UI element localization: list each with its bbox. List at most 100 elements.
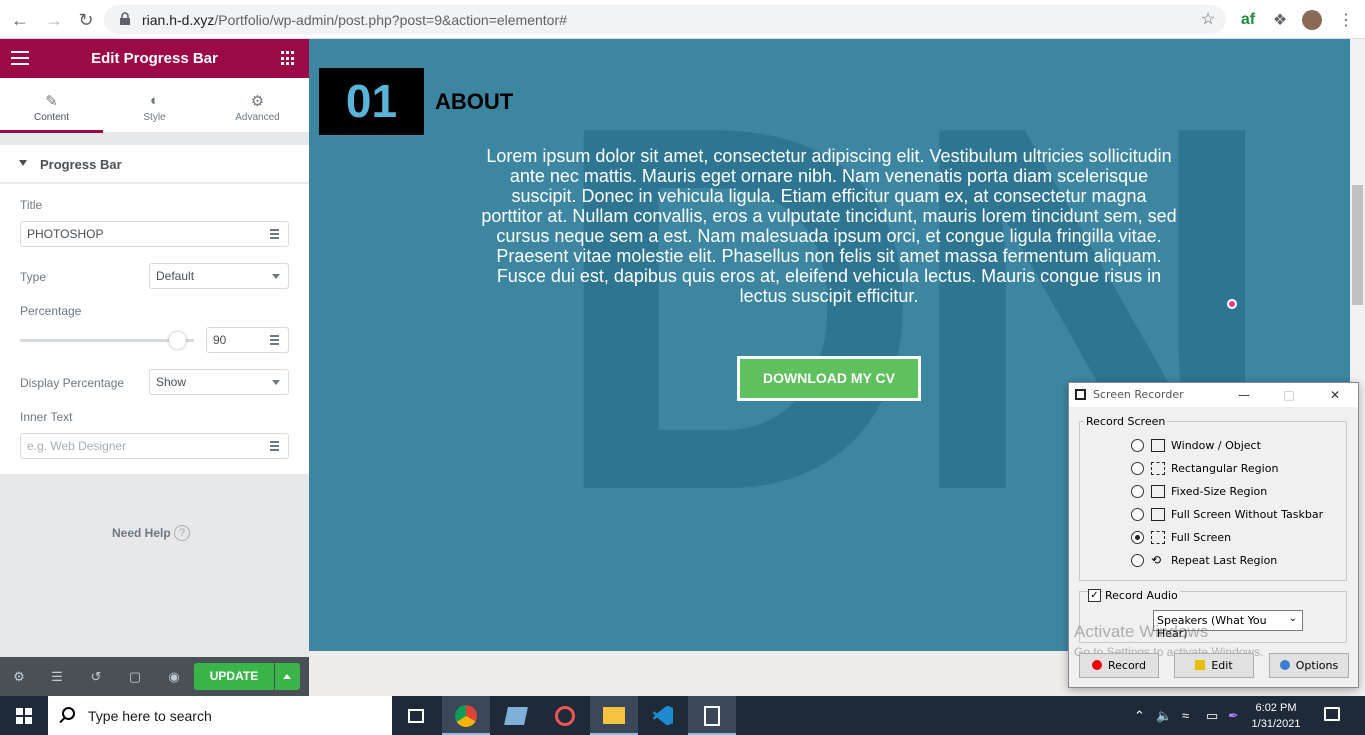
film-icon — [1075, 389, 1086, 400]
app-aperture-icon[interactable] — [541, 696, 589, 735]
dashed-rect-icon — [1151, 462, 1165, 475]
tab-style[interactable]: ◐ Style — [103, 78, 206, 132]
option-label: Full Screen Without Taskbar — [1171, 508, 1324, 521]
browser-toolbar: ← → ↻ rian.h-d.xyz/Portfolio/wp-admin/po… — [0, 0, 1365, 39]
url-path: /Portfolio/wp-admin/post.php?post=9&acti… — [214, 12, 567, 28]
responsive-monitor-icon[interactable]: ▢ — [127, 669, 143, 685]
task-view-icon[interactable] — [392, 696, 440, 735]
caret-down-icon — [19, 160, 27, 166]
record-dot-icon — [1091, 660, 1102, 670]
taskbar: Type here to search ⌃ 🔈 ≈ ▭ ✒ 6:02 PM 1/… — [0, 696, 1365, 735]
tab-advanced-label: Advanced — [235, 112, 280, 123]
puzzle-icon[interactable]: ❖ — [1268, 8, 1292, 32]
radio-repeat-last-region[interactable] — [1131, 554, 1144, 567]
need-help-link[interactable]: Need Help — [112, 526, 171, 540]
radio-window-object[interactable] — [1131, 439, 1144, 452]
select-caret-icon — [272, 274, 280, 279]
notifications-icon[interactable] — [1324, 707, 1340, 721]
history-icon[interactable]: ↺ — [88, 669, 104, 685]
dynamic-tags-icon[interactable] — [261, 221, 289, 247]
widgets-grid-icon[interactable] — [281, 51, 296, 66]
percentage-input[interactable]: 90 — [206, 327, 262, 353]
question-icon[interactable]: ? — [174, 525, 190, 541]
address-bar[interactable]: rian.h-d.xyz/Portfolio/wp-admin/post.php… — [104, 5, 1226, 34]
dynamic-tags-icon[interactable] — [261, 433, 289, 459]
caret-up-icon — [283, 674, 291, 679]
record-screen-label: Record Screen — [1084, 415, 1168, 428]
start-button[interactable] — [0, 696, 48, 735]
slider-thumb[interactable] — [168, 332, 186, 349]
wifi-icon[interactable]: ≈ — [1182, 708, 1189, 723]
record-button[interactable]: Record — [1079, 653, 1159, 678]
file-explorer-icon[interactable] — [590, 696, 638, 735]
edit-button[interactable]: Edit — [1174, 653, 1254, 678]
clock-date: 1/31/2021 — [1251, 718, 1301, 730]
radio-full-screen[interactable] — [1131, 531, 1144, 544]
tab-content[interactable]: ✎ Content — [0, 78, 103, 133]
display-percentage-select[interactable]: Show — [149, 369, 289, 395]
about-body-text: Lorem ipsum dolor sit amet, consectetur … — [481, 146, 1177, 306]
title-input[interactable]: PHOTOSHOP — [20, 221, 262, 247]
taskbar-search[interactable]: Type here to search — [48, 696, 392, 735]
pencil-icon: ✎ — [45, 93, 58, 110]
tab-advanced[interactable]: ⚙ Advanced — [206, 78, 309, 132]
title-label: Title — [20, 198, 43, 212]
window-icon — [1151, 439, 1165, 452]
update-options-button[interactable] — [275, 663, 300, 690]
star-icon[interactable]: ☆ — [1196, 7, 1220, 31]
app-paper-icon[interactable] — [492, 696, 540, 735]
radio-fixed-size-region[interactable] — [1131, 485, 1144, 498]
display-percentage-value: Show — [156, 375, 187, 389]
chrome-icon[interactable] — [442, 696, 490, 735]
screen-recorder-taskbar-icon[interactable] — [688, 696, 736, 735]
tray-chevron-up-icon[interactable]: ⌃ — [1134, 708, 1145, 724]
clock[interactable]: 6:02 PM 1/31/2021 — [1246, 700, 1306, 732]
panel-tabs: ✎ Content ◐ Style ⚙ Advanced — [0, 78, 309, 133]
url-host: rian.h-d.xyz — [142, 12, 215, 28]
section-progress-bar[interactable]: Progress Bar — [0, 145, 309, 183]
download-cv-button[interactable]: DOWNLOAD MY CV — [737, 356, 921, 401]
panel-header: Edit Progress Bar — [0, 39, 309, 78]
kebab-menu-icon[interactable]: ⋮ — [1334, 8, 1358, 32]
avatar[interactable] — [1300, 8, 1324, 32]
type-select[interactable]: Default — [149, 263, 289, 289]
pen-icon[interactable]: ✒ — [1228, 708, 1239, 724]
forward-arrow-icon[interactable]: → — [42, 8, 66, 32]
update-button[interactable]: UPDATE — [194, 663, 274, 690]
extension-af-icon[interactable]: af — [1236, 8, 1260, 32]
back-arrow-icon[interactable]: ← — [8, 8, 32, 32]
dynamic-tags-icon[interactable] — [261, 327, 289, 353]
minimize-icon[interactable]: — — [1234, 386, 1254, 404]
option-label: Repeat Last Region — [1171, 554, 1278, 567]
battery-icon[interactable]: ▭ — [1206, 708, 1218, 724]
record-audio-checkbox[interactable]: ✓ — [1088, 589, 1101, 602]
cursor-dot — [1227, 299, 1237, 309]
settings-gear-icon[interactable]: ⚙ — [11, 669, 27, 685]
inner-text-input[interactable]: e.g. Web Designer — [20, 433, 262, 459]
option-label: Full Screen — [1171, 531, 1232, 544]
options-button[interactable]: Options — [1269, 653, 1349, 678]
close-icon[interactable]: ✕ — [1325, 386, 1345, 404]
options-gear-icon — [1279, 660, 1290, 670]
panel-title: Edit Progress Bar — [91, 50, 218, 67]
radio-full-screen-without-taskbar[interactable] — [1131, 508, 1144, 521]
edit-icon — [1195, 660, 1206, 670]
percentage-slider[interactable] — [20, 332, 194, 349]
recorder-titlebar: Screen Recorder — □ ✕ — [1069, 383, 1358, 407]
lock-icon — [120, 12, 130, 25]
volume-icon[interactable]: 🔈 — [1156, 708, 1172, 724]
vscode-icon[interactable] — [639, 696, 687, 735]
search-icon — [62, 707, 75, 720]
section-number: 01 — [319, 68, 424, 135]
editor-panel: Edit Progress Bar ✎ Content ◐ Style ⚙ Ad… — [0, 39, 309, 696]
layers-icon[interactable]: ☰ — [49, 669, 65, 685]
record-audio-label: Record Audio — [1103, 589, 1180, 602]
panel-footer: ⚙ ☰ ↺ ▢ ◉ UPDATE — [0, 657, 309, 696]
type-label: Type — [20, 270, 47, 284]
preview-eye-icon[interactable]: ◉ — [166, 669, 182, 685]
type-select-value: Default — [156, 269, 195, 283]
activate-windows-title: Activate Windows — [1074, 622, 1209, 641]
scroll-thumb[interactable] — [1352, 185, 1363, 305]
radio-rectangular-region[interactable] — [1131, 462, 1144, 475]
reload-icon[interactable]: ↻ — [74, 8, 98, 32]
